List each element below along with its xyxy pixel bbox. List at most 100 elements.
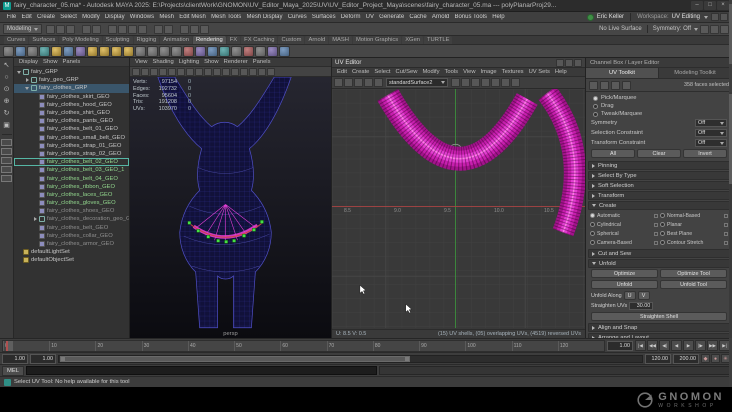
section-create[interactable]: Create [588, 201, 730, 210]
edge-select-mode-icon[interactable] [600, 80, 609, 90]
layout-four-pane[interactable] [1, 148, 12, 155]
toggle-attribute-editor-icon[interactable] [700, 24, 709, 34]
outliner-item[interactable]: fairy_clothes_belt_GEO [14, 224, 129, 232]
light-editor-icon[interactable] [51, 45, 62, 57]
outliner-item[interactable]: fairy_clothes_gloves_GEO [14, 199, 129, 207]
radio-icon[interactable] [660, 231, 665, 236]
animation-start-field[interactable]: 1.00 [2, 353, 28, 364]
toggle-channel-box-icon[interactable] [720, 24, 729, 34]
outliner-item[interactable]: defaultLightSet [14, 248, 129, 256]
outliner-item[interactable]: fairy_clothes_collar_GEO [14, 232, 129, 240]
expand-arrow-icon[interactable] [32, 216, 39, 223]
menubar-item[interactable]: Help [490, 14, 508, 20]
panel-float-icon[interactable] [565, 58, 573, 67]
menubar-item[interactable]: Edit [19, 14, 35, 20]
uv-menu-item[interactable]: Modify [420, 69, 441, 75]
camera-attributes-icon[interactable] [150, 67, 158, 76]
ramp-texture-icon[interactable] [243, 45, 254, 57]
shelf-tab[interactable]: Motion Graphics [352, 36, 402, 44]
outliner-item[interactable]: fairy_clothes_belt_03_GEO_1 [14, 166, 129, 174]
xray-icon[interactable] [258, 67, 266, 76]
point-light-icon[interactable] [135, 45, 146, 57]
snap-point-icon[interactable] [128, 24, 138, 34]
uv-menu-item[interactable]: Edit [335, 69, 349, 75]
uv-menu-item[interactable]: Cut/Sew [394, 69, 420, 75]
step-back-frame-button[interactable]: ◀| [659, 340, 670, 351]
viewport-menu-item[interactable]: Lighting [177, 59, 201, 65]
outliner-item[interactable]: fairy_GRP [14, 68, 129, 76]
shelf-tab[interactable]: Sculpting [102, 36, 133, 44]
expand-arrow-icon[interactable] [24, 85, 31, 92]
shadows-icon[interactable] [195, 45, 206, 57]
checker-map-icon[interactable] [481, 78, 490, 87]
user-name[interactable]: Eric Keller [597, 14, 624, 20]
checker-texture-icon[interactable] [255, 45, 266, 57]
hypershade-icon[interactable] [39, 45, 50, 57]
uv-menu-item[interactable]: Tools [443, 69, 461, 75]
radio-icon[interactable] [590, 240, 595, 245]
viewport-menu-item[interactable]: Show [202, 59, 221, 65]
make-live-icon[interactable] [154, 24, 164, 34]
wireframe-mode-icon[interactable] [186, 67, 194, 76]
playback-start-field[interactable]: 1.00 [30, 353, 56, 364]
snap-plane-icon[interactable] [138, 24, 148, 34]
render-settings-icon[interactable] [27, 45, 38, 57]
range-track[interactable] [58, 354, 643, 363]
option-box-icon[interactable] [654, 213, 658, 218]
rotate-tool-icon[interactable]: ↻ [1, 108, 13, 119]
shelf-tab[interactable]: MASH [329, 36, 352, 44]
option-box-icon[interactable] [724, 231, 728, 236]
section-pinning[interactable]: Pinning [588, 161, 730, 170]
outliner-item[interactable]: fairy_clothes_decoration_geo_GRP [14, 215, 129, 223]
projection-option[interactable]: Normal-Based [660, 211, 728, 220]
projection-option[interactable]: Camera-Based [590, 238, 658, 247]
selection-button[interactable]: Invert [683, 149, 727, 158]
raytrace-icon[interactable] [207, 45, 218, 57]
uv-select-mode-icon[interactable] [589, 80, 598, 90]
play-forwards-button[interactable]: ▶ [683, 340, 694, 351]
shelf-tab[interactable]: XGen [402, 36, 424, 44]
uv-menu-item[interactable]: Select [372, 69, 392, 75]
layout-persp-outliner[interactable] [1, 175, 12, 182]
menubar-item[interactable]: Mesh Display [244, 14, 285, 20]
volume-light-icon[interactable] [183, 45, 194, 57]
workspace-reset-icon[interactable] [720, 13, 728, 21]
skydome-light-icon[interactable] [99, 45, 110, 57]
section-soft-selection[interactable]: Soft Selection [588, 181, 730, 190]
directional-light-icon[interactable] [159, 45, 170, 57]
radio-icon[interactable] [660, 240, 665, 245]
outliner-item[interactable]: fairy_clothes_ribbon_GEO [14, 183, 129, 191]
radio-icon[interactable] [590, 231, 595, 236]
uv-menu-item[interactable]: UV Sets [527, 69, 552, 75]
image-plane-icon[interactable] [168, 67, 176, 76]
workspace-save-icon[interactable] [711, 13, 719, 21]
screen-space-ao-icon[interactable] [231, 67, 239, 76]
current-time-field[interactable]: 1.00 [607, 340, 633, 351]
symmetry-indicator[interactable]: Symmetry: Off [653, 26, 691, 32]
unfold-button[interactable]: Unfold [591, 280, 658, 289]
lock-camera-icon[interactable] [141, 67, 149, 76]
shelf-tab[interactable]: Rigging [133, 36, 160, 44]
projection-option[interactable]: Best Plane [660, 229, 728, 238]
frame-ruler[interactable]: 0102030405060708090100110120 [2, 339, 605, 352]
uv-menu-item[interactable]: View [461, 69, 477, 75]
shadows-icon[interactable] [222, 67, 230, 76]
optimize-button[interactable]: Optimize [591, 269, 658, 278]
select-mode-option[interactable]: Tweak/Marquee [588, 110, 730, 118]
select-tool-icon[interactable]: ↖ [1, 60, 13, 71]
menubar-item[interactable]: Create [34, 14, 57, 20]
shell-select-mode-icon[interactable] [622, 80, 631, 90]
command-input[interactable] [26, 366, 377, 375]
viewport-menu-item[interactable]: Renderer [222, 59, 250, 65]
menu-set-dropdown[interactable]: Modeling [3, 24, 43, 34]
env-ball-icon[interactable] [219, 45, 230, 57]
outliner-item[interactable]: fairy_clothes_small_belt_GEO [14, 134, 129, 142]
expand-arrow-icon[interactable] [16, 69, 23, 76]
shelf-tab[interactable]: Animation [160, 36, 192, 44]
outliner-item[interactable]: fairy_clothes_GRP [14, 84, 129, 93]
menubar-item[interactable]: UV [363, 14, 377, 20]
move-tool-icon[interactable]: ⊕ [1, 96, 13, 107]
construction-history-icon[interactable] [164, 24, 174, 34]
texture-dropdown[interactable]: standardSurface2 [386, 78, 448, 87]
unfold-tool-button[interactable]: Unfold Tool [660, 280, 727, 289]
